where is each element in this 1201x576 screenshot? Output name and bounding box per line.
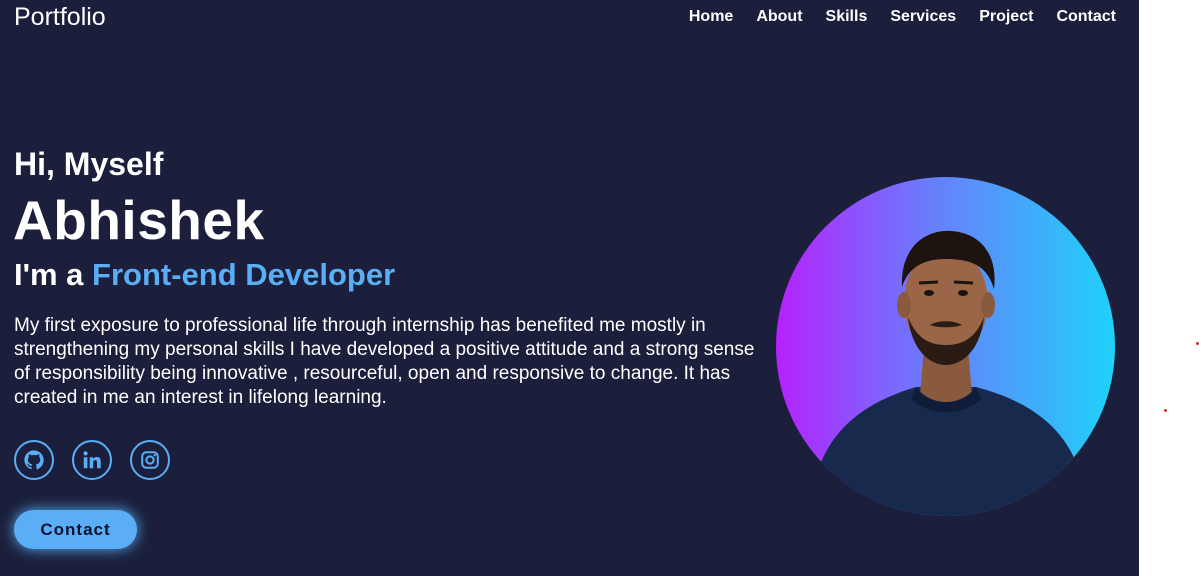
site-logo[interactable]: Portfolio — [14, 3, 106, 32]
person-portrait — [816, 230, 1081, 516]
role-prefix: I'm a — [14, 257, 93, 292]
greeting-heading: Hi, Myself — [14, 146, 164, 182]
portfolio-page: Portfolio Home About Skills Services Pro… — [0, 0, 1139, 576]
instagram-link[interactable] — [130, 440, 170, 480]
github-link[interactable] — [14, 440, 54, 480]
name-heading: Abhishek — [13, 189, 265, 251]
nav-about[interactable]: About — [756, 8, 802, 26]
stray-dot — [1196, 342, 1199, 345]
stray-dot — [1164, 409, 1167, 412]
nav-skills[interactable]: Skills — [826, 8, 868, 26]
linkedin-icon — [83, 451, 101, 469]
role-title: Front-end Developer — [92, 257, 396, 292]
nav-project[interactable]: Project — [979, 8, 1033, 26]
intro-paragraph: My first exposure to professional life t… — [14, 315, 755, 408]
linkedin-link[interactable] — [72, 440, 112, 480]
role-heading: I'm a Front-end Developer — [14, 257, 395, 293]
nav-contact[interactable]: Contact — [1056, 8, 1116, 26]
main-nav: Home About Skills Services Project Conta… — [689, 8, 1116, 26]
github-icon — [24, 450, 44, 470]
instagram-icon — [141, 451, 159, 469]
profile-photo — [776, 177, 1115, 516]
nav-home[interactable]: Home — [689, 8, 733, 26]
nav-services[interactable]: Services — [890, 8, 956, 26]
contact-button[interactable]: Contact — [14, 510, 137, 549]
social-links — [14, 440, 170, 480]
